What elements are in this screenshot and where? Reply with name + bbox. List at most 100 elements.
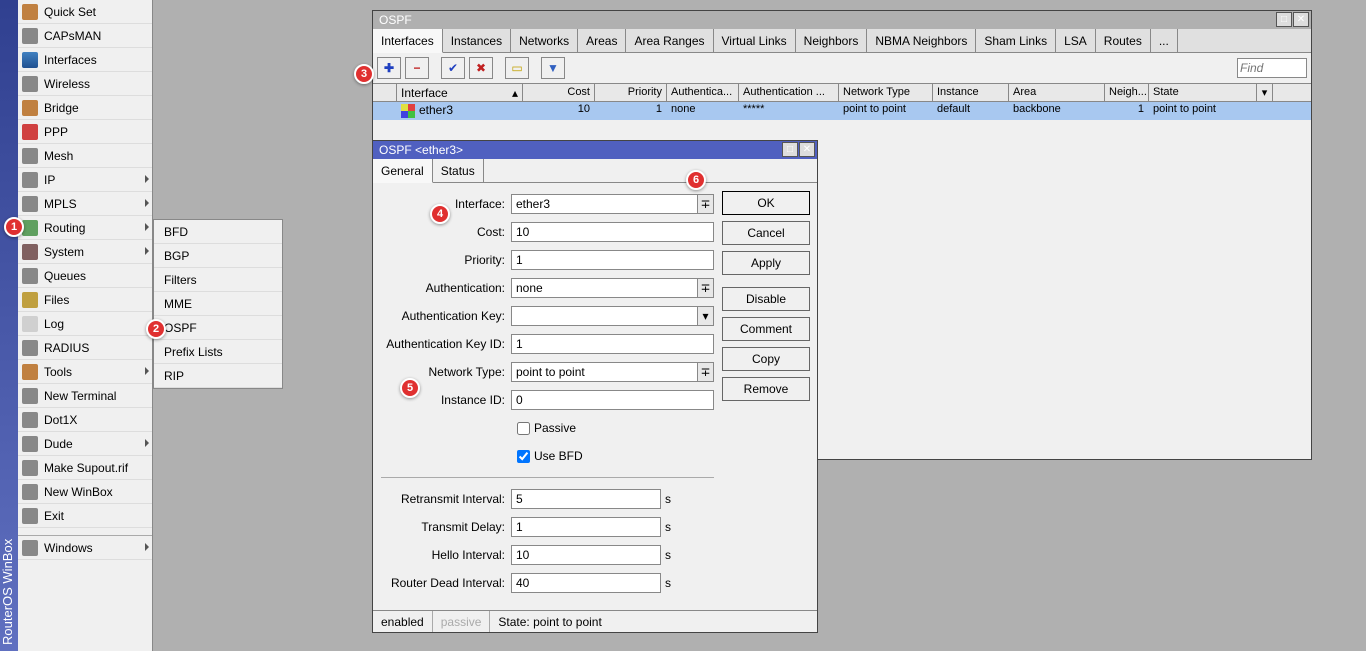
sidebar-exit[interactable]: Exit bbox=[18, 504, 152, 528]
sidebar-dude[interactable]: Dude bbox=[18, 432, 152, 456]
maximize-button[interactable]: □ bbox=[782, 142, 798, 157]
filter-button[interactable]: ▼ bbox=[541, 57, 565, 79]
comment-button[interactable]: Comment bbox=[722, 317, 810, 341]
instanceid-input[interactable] bbox=[511, 390, 714, 410]
remove-button[interactable]: − bbox=[405, 57, 429, 79]
add-button[interactable]: ✚ bbox=[377, 57, 401, 79]
auth-input[interactable] bbox=[511, 278, 698, 298]
txdelay-input[interactable] bbox=[511, 517, 661, 537]
nettype-input[interactable] bbox=[511, 362, 698, 382]
tab-status[interactable]: Status bbox=[433, 159, 484, 182]
tab-interfaces[interactable]: Interfaces bbox=[373, 29, 443, 53]
col-cost[interactable]: Cost bbox=[523, 84, 595, 101]
sidebar-newterminal[interactable]: New Terminal bbox=[18, 384, 152, 408]
submenu-mme[interactable]: MME bbox=[154, 292, 282, 316]
sidebar-mesh[interactable]: Mesh bbox=[18, 144, 152, 168]
sidebar-capsman[interactable]: CAPsMAN bbox=[18, 24, 152, 48]
usebfd-checkbox[interactable] bbox=[517, 450, 530, 463]
authkeyid-label: Authentication Key ID: bbox=[381, 337, 511, 351]
sidebar-files[interactable]: Files bbox=[18, 288, 152, 312]
sidebar-dot1x[interactable]: Dot1X bbox=[18, 408, 152, 432]
sidebar-wireless[interactable]: Wireless bbox=[18, 72, 152, 96]
sidebar-ip[interactable]: IP bbox=[18, 168, 152, 192]
sidebar-queues[interactable]: Queues bbox=[18, 264, 152, 288]
nettype-dropdown[interactable]: ∓ bbox=[698, 362, 714, 382]
tab-nbma[interactable]: NBMA Neighbors bbox=[867, 29, 976, 52]
sidebar-log[interactable]: Log bbox=[18, 312, 152, 336]
sidebar-windows[interactable]: Windows bbox=[18, 536, 152, 560]
sidebar-radius[interactable]: RADIUS bbox=[18, 336, 152, 360]
col-neigh[interactable]: Neigh... bbox=[1105, 84, 1149, 101]
tab-routes[interactable]: Routes bbox=[1096, 29, 1151, 52]
col-priority[interactable]: Priority bbox=[595, 84, 667, 101]
submenu-prefixlists[interactable]: Prefix Lists bbox=[154, 340, 282, 364]
auth-dropdown[interactable]: ∓ bbox=[698, 278, 714, 298]
comment-button[interactable]: ▭ bbox=[505, 57, 529, 79]
col-instance[interactable]: Instance bbox=[933, 84, 1009, 101]
find-input[interactable] bbox=[1237, 58, 1307, 78]
maximize-button[interactable]: □ bbox=[1276, 12, 1292, 27]
tab-instances[interactable]: Instances bbox=[443, 29, 511, 52]
sidebar-mpls[interactable]: MPLS bbox=[18, 192, 152, 216]
authkey-input[interactable] bbox=[511, 306, 698, 326]
interface-input[interactable] bbox=[511, 194, 698, 214]
cost-label: Cost: bbox=[381, 225, 511, 239]
col-nettype[interactable]: Network Type bbox=[839, 84, 933, 101]
sidebar-interfaces[interactable]: Interfaces bbox=[18, 48, 152, 72]
copy-button[interactable]: Copy bbox=[722, 347, 810, 371]
tab-neighbors[interactable]: Neighbors bbox=[796, 29, 868, 52]
authkeyid-input[interactable] bbox=[511, 334, 714, 354]
tab-virtuallinks[interactable]: Virtual Links bbox=[714, 29, 796, 52]
authkey-dropdown[interactable]: ▾ bbox=[698, 306, 714, 326]
table-row[interactable]: ether3 10 1 none ***** point to point de… bbox=[373, 102, 1311, 120]
sidebar-tools[interactable]: Tools bbox=[18, 360, 152, 384]
cancel-button[interactable]: Cancel bbox=[722, 221, 810, 245]
submenu-filters[interactable]: Filters bbox=[154, 268, 282, 292]
sidebar-bridge[interactable]: Bridge bbox=[18, 96, 152, 120]
col-authkey[interactable]: Authentication ... bbox=[739, 84, 839, 101]
col-auth[interactable]: Authentica... bbox=[667, 84, 739, 101]
col-state[interactable]: State bbox=[1149, 84, 1257, 101]
col-more[interactable]: ▾ bbox=[1257, 84, 1273, 101]
tab-arearanges[interactable]: Area Ranges bbox=[626, 29, 713, 52]
ospf-titlebar[interactable]: OSPF □ ✕ bbox=[373, 11, 1311, 29]
windows-icon bbox=[22, 540, 38, 556]
sidebar-routing[interactable]: Routing bbox=[18, 216, 152, 240]
tab-lsa[interactable]: LSA bbox=[1056, 29, 1096, 52]
dialog-titlebar[interactable]: OSPF <ether3> □ ✕ bbox=[373, 141, 817, 159]
submenu-bfd[interactable]: BFD bbox=[154, 220, 282, 244]
close-button[interactable]: ✕ bbox=[1293, 12, 1309, 27]
sidebar-system[interactable]: System bbox=[18, 240, 152, 264]
disable-button[interactable]: Disable bbox=[722, 287, 810, 311]
disable-button[interactable]: ✖ bbox=[469, 57, 493, 79]
hello-input[interactable] bbox=[511, 545, 661, 565]
ok-button[interactable]: OK bbox=[722, 191, 810, 215]
form-area: Interface: ∓ Cost: Priority: Authenticat… bbox=[373, 183, 722, 610]
tab-shamlinks[interactable]: Sham Links bbox=[976, 29, 1056, 52]
priority-input[interactable] bbox=[511, 250, 714, 270]
tab-general[interactable]: General bbox=[373, 159, 433, 183]
mpls-icon bbox=[22, 196, 38, 212]
tab-networks[interactable]: Networks bbox=[511, 29, 578, 52]
close-button[interactable]: ✕ bbox=[799, 142, 815, 157]
cost-input[interactable] bbox=[511, 222, 714, 242]
submenu-bgp[interactable]: BGP bbox=[154, 244, 282, 268]
sidebar-supout[interactable]: Make Supout.rif bbox=[18, 456, 152, 480]
tab-more[interactable]: ... bbox=[1151, 29, 1178, 52]
col-flag[interactable] bbox=[373, 84, 397, 101]
passive-checkbox[interactable] bbox=[517, 422, 530, 435]
dead-input[interactable] bbox=[511, 573, 661, 593]
remove-button[interactable]: Remove bbox=[722, 377, 810, 401]
sidebar-quickset[interactable]: Quick Set bbox=[18, 0, 152, 24]
tab-areas[interactable]: Areas bbox=[578, 29, 626, 52]
submenu-rip[interactable]: RIP bbox=[154, 364, 282, 388]
sidebar-newwinbox[interactable]: New WinBox bbox=[18, 480, 152, 504]
interface-dropdown[interactable]: ∓ bbox=[698, 194, 714, 214]
sidebar-ppp[interactable]: PPP bbox=[18, 120, 152, 144]
retransmit-input[interactable] bbox=[511, 489, 661, 509]
col-interface[interactable]: Interface ▴ bbox=[397, 84, 523, 101]
apply-button[interactable]: Apply bbox=[722, 251, 810, 275]
enable-button[interactable]: ✔ bbox=[441, 57, 465, 79]
submenu-ospf[interactable]: OSPF bbox=[154, 316, 282, 340]
col-area[interactable]: Area bbox=[1009, 84, 1105, 101]
